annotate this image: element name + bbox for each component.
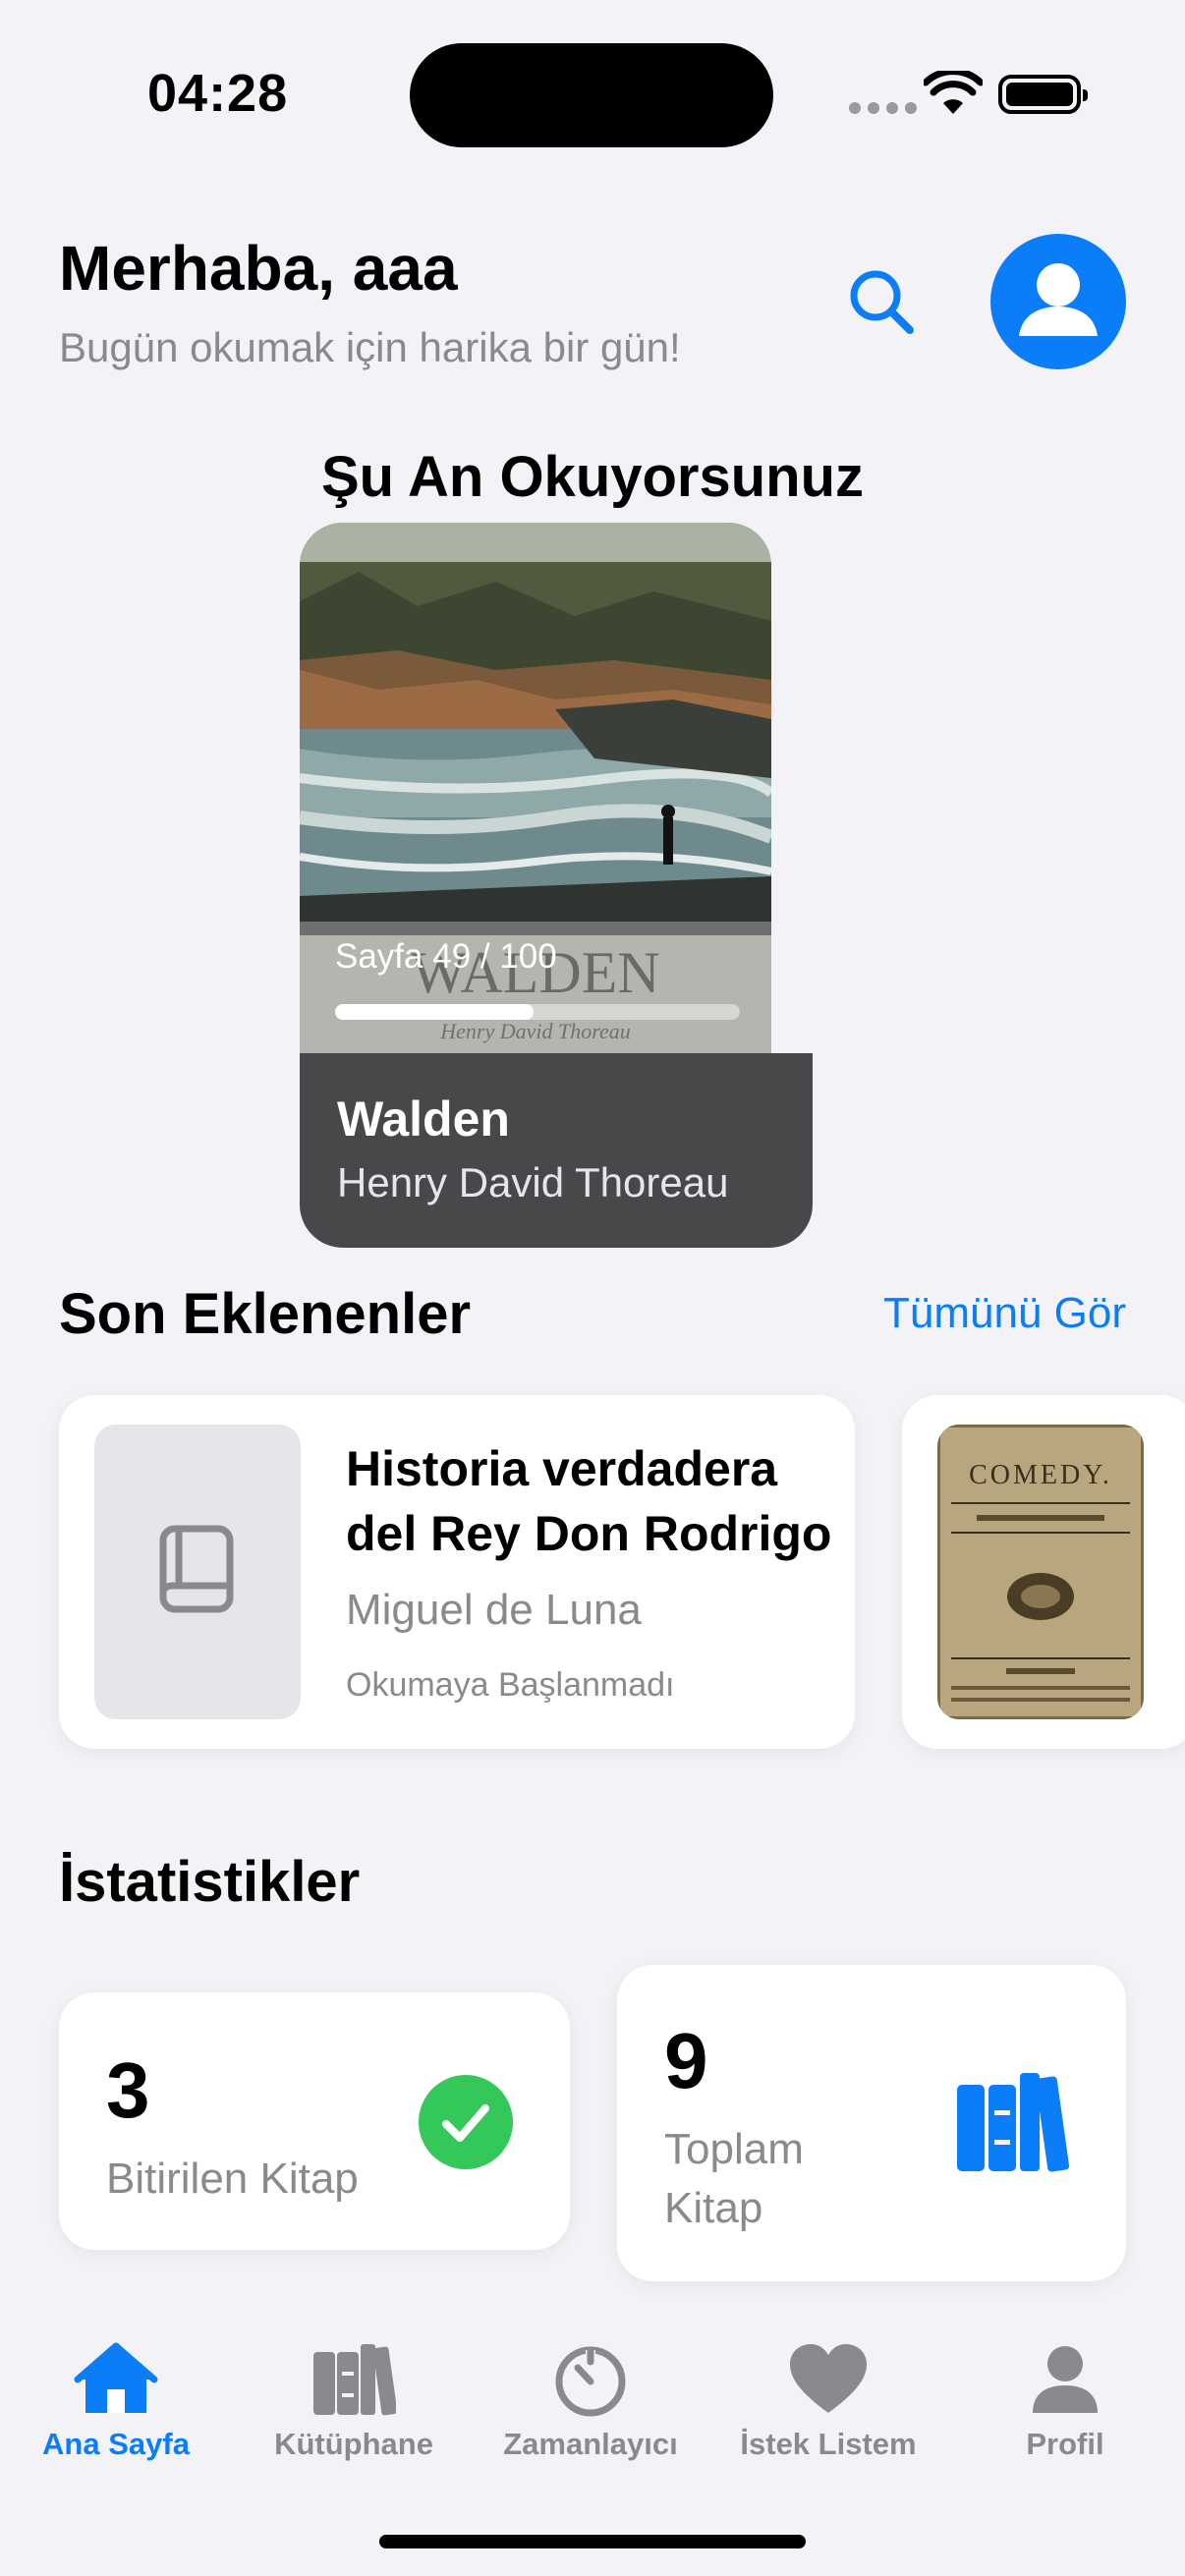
home-screen: 04:28 Merhaba, aaa Bugün okumak için har…: [0, 0, 1185, 2576]
stat-value: 9: [664, 2017, 708, 2104]
book-cover-comedy: COMEDY.: [937, 1425, 1144, 1719]
stat-value: 3: [106, 2046, 150, 2134]
reading-progress: Sayfa 49 / 100: [300, 922, 771, 1053]
progress-bar-fill: [335, 1004, 534, 1020]
dynamic-island: [410, 43, 773, 147]
person-icon: [1033, 2346, 1098, 2413]
tab-label: Zamanlayıcı: [503, 2427, 678, 2461]
stat-card-total: 9 Toplam Kitap: [617, 1965, 1126, 2281]
status-time: 04:28: [147, 64, 289, 123]
book-icon: [159, 1525, 234, 1613]
cover-title-text: COMEDY.: [969, 1460, 1112, 1490]
heart-icon: [790, 2344, 867, 2413]
greeting-subtitle: Bugün okumak için harika bir gün!: [59, 324, 681, 370]
stat-label: Bitirilen Kitap: [106, 2155, 359, 2203]
battery-icon: [998, 75, 1088, 114]
person-icon: [1019, 263, 1098, 336]
tab-profile[interactable]: Profil: [947, 2342, 1183, 2462]
recent-book-title: Historia verdadera del Rey Don Rodrigo: [346, 1441, 832, 1561]
book-title: Walden: [337, 1092, 510, 1147]
home-indicator: [379, 2535, 806, 2548]
see-all-link[interactable]: Tümünü Gör: [883, 1289, 1126, 1338]
checkmark-circle-icon: [419, 2075, 513, 2169]
search-icon[interactable]: [843, 263, 922, 342]
book-placeholder-thumb: [94, 1425, 301, 1719]
stats-section-title: İstatistikler: [59, 1850, 361, 1914]
book-cover-walden: WALDEN Henry David Thoreau Sayfa 49 / 10…: [300, 523, 771, 1053]
greeting-title: Merhaba, aaa: [59, 233, 458, 304]
wifi-icon: [924, 71, 983, 114]
recent-book-author: Miguel de Luna: [346, 1586, 642, 1634]
tab-home[interactable]: Ana Sayfa: [0, 2342, 234, 2462]
progress-text: Sayfa 49 / 100: [335, 937, 557, 976]
books-icon: [957, 2073, 1070, 2172]
recent-book-status: Okumaya Başlanmadı: [346, 1666, 675, 1704]
currently-reading-card[interactable]: WALDEN Henry David Thoreau Sayfa 49 / 10…: [300, 523, 813, 1248]
currently-reading-info: Walden Henry David Thoreau: [300, 1053, 813, 1248]
profile-avatar-button[interactable]: [990, 234, 1126, 369]
cellular-signal-icon: [849, 102, 917, 114]
stat-label: Toplam Kitap: [664, 2125, 804, 2232]
home-icon: [74, 2342, 158, 2413]
recent-book-card[interactable]: COMEDY.: [902, 1395, 1185, 1749]
stat-card-finished: 3 Bitirilen Kitap: [59, 1992, 570, 2250]
tab-label: Profil: [1026, 2427, 1104, 2461]
progress-bar: [335, 1004, 740, 1020]
timer-icon: [555, 2346, 626, 2417]
tab-label: Ana Sayfa: [42, 2427, 190, 2461]
tab-wishlist[interactable]: İstek Listem: [710, 2342, 946, 2462]
tab-label: İstek Listem: [740, 2427, 917, 2461]
recent-book-card[interactable]: Historia verdadera del Rey Don Rodrigo M…: [59, 1395, 855, 1749]
book-author: Henry David Thoreau: [337, 1159, 729, 1205]
library-icon: [313, 2344, 396, 2416]
recent-section-title: Son Eklenenler: [59, 1282, 472, 1346]
currently-reading-title: Şu An Okuyorsunuz: [320, 445, 865, 509]
tab-timer[interactable]: Zamanlayıcı: [473, 2342, 708, 2462]
tab-label: Kütüphane: [274, 2427, 433, 2461]
tab-library[interactable]: Kütüphane: [236, 2342, 472, 2462]
